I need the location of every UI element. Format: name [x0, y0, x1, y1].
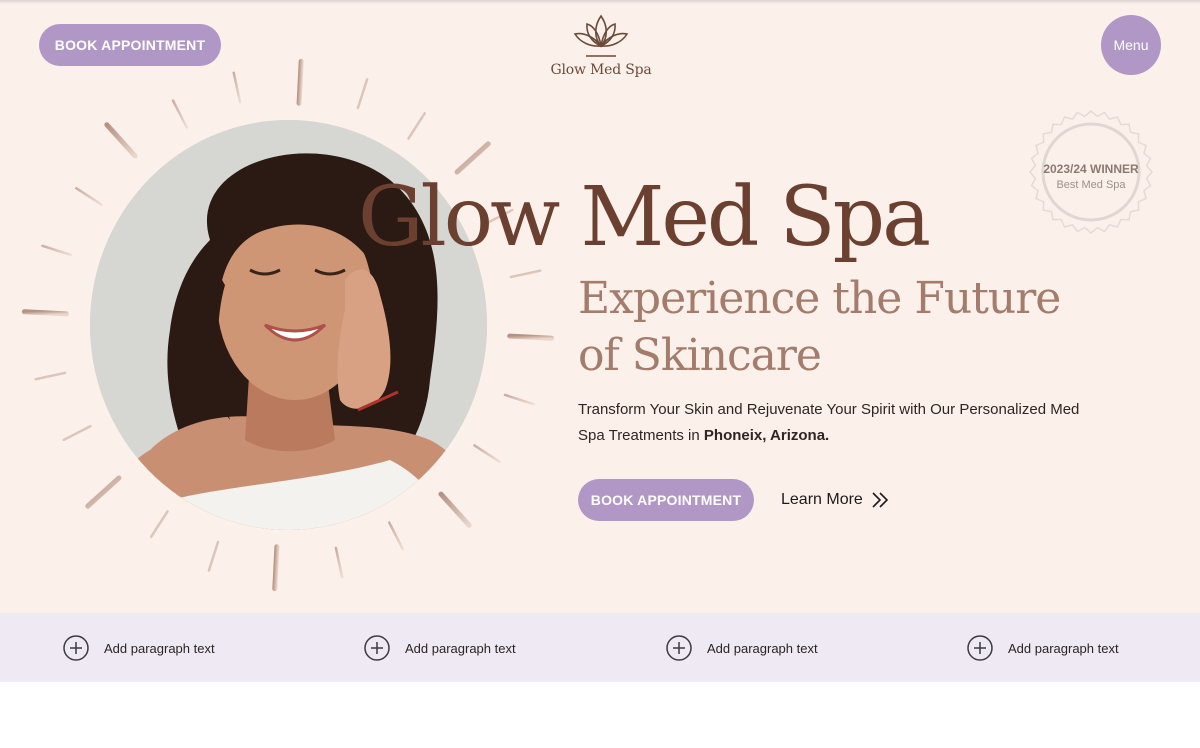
sunburst-ray: [296, 58, 304, 106]
hero-title: Glow Med Spa: [358, 170, 931, 265]
hero-book-appointment-button[interactable]: BOOK APPOINTMENT: [578, 479, 754, 521]
sunburst-ray: [407, 112, 426, 140]
learn-more-label: Learn More: [781, 491, 863, 508]
sunburst-ray: [34, 371, 67, 381]
sunburst-ray: [232, 71, 242, 104]
logo-text: Glow Med Spa: [550, 62, 652, 78]
brand-logo[interactable]: Glow Med Spa: [540, 12, 662, 84]
sunburst-ray: [388, 521, 405, 551]
hero-section: BOOK APPOINTMENT Glow Med Spa Menu 2023/…: [0, 0, 1200, 613]
sunburst-ray: [503, 393, 535, 406]
sunburst-ray: [272, 544, 280, 592]
plus-circle-icon: [967, 635, 993, 661]
sunburst-ray: [104, 122, 138, 159]
sunburst-ray: [41, 244, 73, 257]
feature-item[interactable]: Add paragraph text: [63, 635, 215, 661]
hero-subtitle: Experience the Future of Skincare: [578, 270, 1098, 384]
sunburst-ray: [438, 491, 472, 528]
sunburst-ray: [75, 187, 103, 206]
book-appointment-button[interactable]: BOOK APPOINTMENT: [39, 24, 221, 66]
feature-label: Add paragraph text: [1008, 640, 1119, 656]
sunburst-ray: [507, 333, 555, 341]
plus-circle-icon: [364, 635, 390, 661]
feature-item[interactable]: Add paragraph text: [967, 635, 1119, 661]
plus-circle-icon: [666, 635, 692, 661]
sunburst-ray: [207, 540, 220, 572]
hero-location: Phoneix, Arizona.: [703, 427, 830, 444]
feature-item[interactable]: Add paragraph text: [364, 635, 516, 661]
double-chevron-right-icon: [872, 492, 888, 508]
sunburst-ray: [150, 510, 169, 538]
menu-button[interactable]: Menu: [1101, 15, 1161, 75]
award-badge: 2023/24 WINNER Best Med Spa: [1026, 110, 1156, 235]
sunburst-ray: [21, 309, 69, 317]
hero-subtitle-line2: of Skincare: [578, 330, 822, 381]
feature-label: Add paragraph text: [104, 640, 215, 656]
sunburst-ray: [171, 99, 188, 129]
sunburst-ray: [85, 475, 122, 509]
sunburst-ray: [356, 78, 369, 110]
sunburst-ray: [509, 269, 542, 279]
feature-label: Add paragraph text: [707, 640, 818, 656]
badge-title: 2023/24 WINNER: [1043, 162, 1139, 176]
plus-circle-icon: [63, 635, 89, 661]
lotus-icon: [573, 14, 629, 57]
badge-subtitle: Best Med Spa: [1056, 179, 1126, 191]
sunburst-ray: [473, 444, 501, 463]
feature-label: Add paragraph text: [405, 640, 516, 656]
feature-item[interactable]: Add paragraph text: [666, 635, 818, 661]
hero-description: Transform Your Skin and Rejuvenate Your …: [578, 397, 1088, 449]
hero-subtitle-line1: Experience the Future: [578, 273, 1061, 324]
sunburst-ray: [334, 546, 344, 579]
sunburst-ray: [62, 425, 92, 442]
learn-more-link[interactable]: Learn More: [781, 488, 891, 512]
features-strip: Add paragraph text Add paragraph text Ad…: [0, 613, 1200, 682]
